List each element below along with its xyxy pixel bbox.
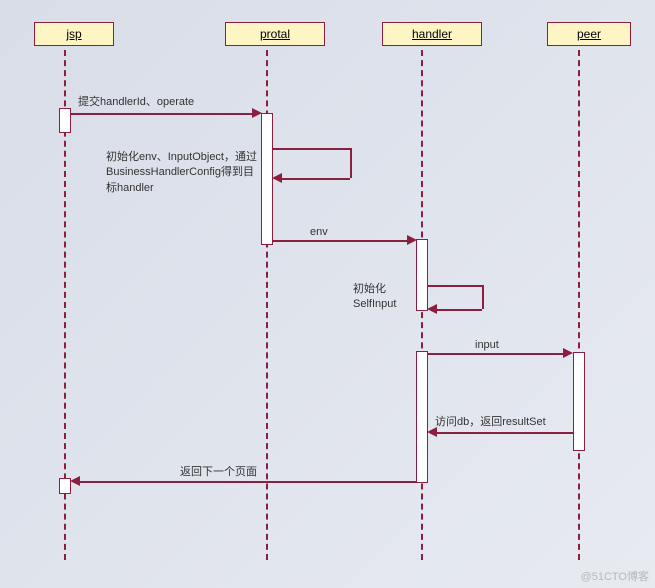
participant-protal: protal [225,22,325,46]
arrowhead-m4 [427,304,437,314]
msg-init-env: 初始化env、InputObject，通过BusinessHandlerConf… [106,150,261,196]
msg-submit: 提交handlerId、operate [78,95,194,110]
arrow-m5 [427,353,567,355]
arrow-m6 [435,432,573,434]
arrowhead-m5 [563,348,573,358]
activation-handler-2 [416,351,428,483]
self-m2-bottom [280,178,350,180]
activation-peer-1 [573,352,585,451]
arrowhead-m6 [427,427,437,437]
msg-return-page: 返回下一个页面 [180,465,257,480]
sequence-diagram: jsp protal handler peer 提交handlerId、oper… [0,0,655,588]
arrow-m1 [70,113,255,115]
self-m4-top [427,285,482,287]
self-m2-side [350,148,352,178]
self-m4-bottom [435,309,482,311]
participant-peer: peer [547,22,631,46]
msg-input: input [475,338,499,353]
watermark: @51CTO博客 [581,568,649,584]
self-m4-side [482,285,484,309]
arrowhead-m1 [252,108,262,118]
arrow-m7 [78,481,416,483]
arrowhead-m3 [407,235,417,245]
msg-env: env [310,225,328,240]
msg-resultset: 访问db，返回resultSet [435,415,546,430]
activation-jsp-1 [59,108,71,133]
arrow-m3 [272,240,410,242]
msg-selfinput: 初始化 SelfInput [353,282,396,313]
activation-handler-1 [416,239,428,311]
arrowhead-m2 [272,173,282,183]
participant-jsp: jsp [34,22,114,46]
self-m2-top [272,148,350,150]
lifeline-peer [578,50,580,560]
arrowhead-m7 [70,476,80,486]
participant-handler: handler [382,22,482,46]
